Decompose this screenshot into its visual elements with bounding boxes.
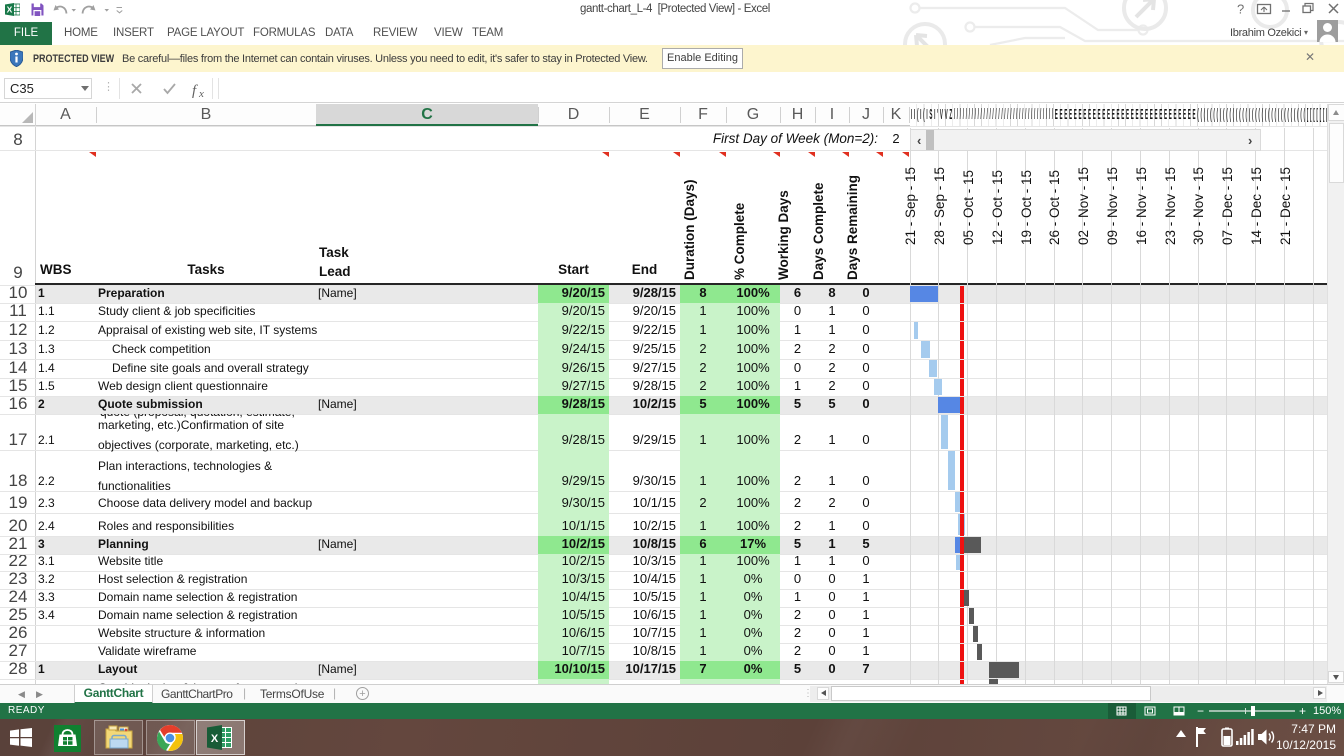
svg-text:x: x (198, 88, 204, 98)
svg-text:f: f (192, 83, 198, 98)
svg-text:X: X (7, 5, 13, 15)
svg-text:X: X (211, 733, 219, 745)
svg-text:?: ? (1237, 2, 1244, 17)
